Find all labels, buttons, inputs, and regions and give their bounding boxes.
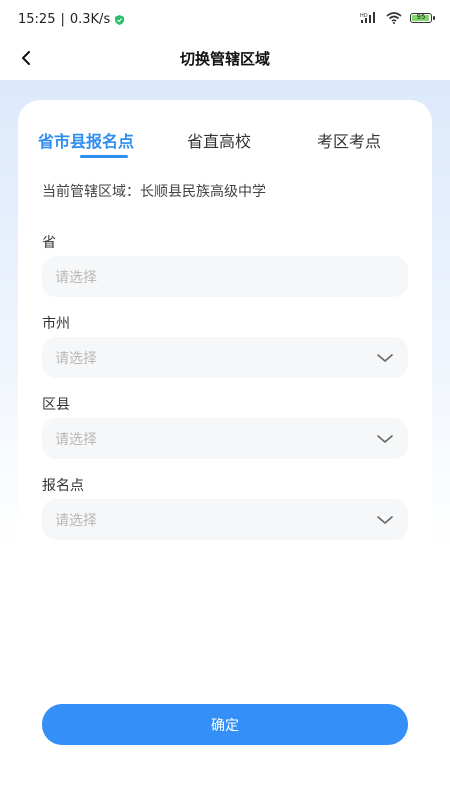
county-placeholder: 请选择 [55, 432, 97, 448]
chevron-down-icon [377, 516, 393, 524]
status-left: 15:25 | 0.3K/s [18, 12, 125, 27]
province-label: 省 [42, 235, 56, 251]
page-title: 切换管辖区域 [179, 50, 270, 68]
registration-point-placeholder: 请选择 [55, 513, 97, 529]
tab-province-city-county[interactable]: 省市县报名点 [38, 128, 134, 152]
status-bar: 15:25 | 0.3K/s HD 95 [0, 0, 450, 40]
city-label: 市州 [42, 316, 70, 332]
status-separator: | [60, 12, 65, 27]
city-select[interactable]: 请选择 [42, 337, 408, 378]
selection-card: 省市县报名点 省直高校 考区考点 当前管辖区域：长顺县民族高级中学 省 请选择 … [18, 100, 432, 800]
confirm-button[interactable]: 确定 [42, 704, 408, 745]
battery-icon: 95 [410, 13, 435, 23]
county-select[interactable]: 请选择 [42, 418, 408, 459]
network-speed: 0.3K/s [69, 12, 111, 27]
current-area-text: 当前管辖区域：长顺县民族高级中学 [42, 184, 266, 200]
city-placeholder: 请选择 [55, 351, 97, 367]
battery-level: 95 [416, 13, 426, 21]
chevron-down-icon [377, 435, 393, 443]
county-label: 区县 [42, 397, 70, 413]
shield-icon [115, 14, 125, 25]
status-right: HD 95 [360, 12, 435, 24]
chevron-down-icon [377, 354, 393, 362]
registration-point-label: 报名点 [42, 478, 84, 494]
province-placeholder: 请选择 [55, 270, 97, 286]
cellular-signal-icon: HD [360, 12, 375, 23]
nav-bar: 切换管辖区域 [0, 40, 450, 78]
status-time: 15:25 [18, 12, 56, 27]
wifi-icon [386, 12, 402, 24]
tab-exam-areas[interactable]: 考区考点 [317, 128, 381, 152]
registration-point-select[interactable]: 请选择 [42, 499, 408, 540]
tab-provincial-universities[interactable]: 省直高校 [187, 128, 251, 152]
province-select[interactable]: 请选择 [42, 256, 408, 297]
active-tab-indicator [80, 155, 128, 158]
